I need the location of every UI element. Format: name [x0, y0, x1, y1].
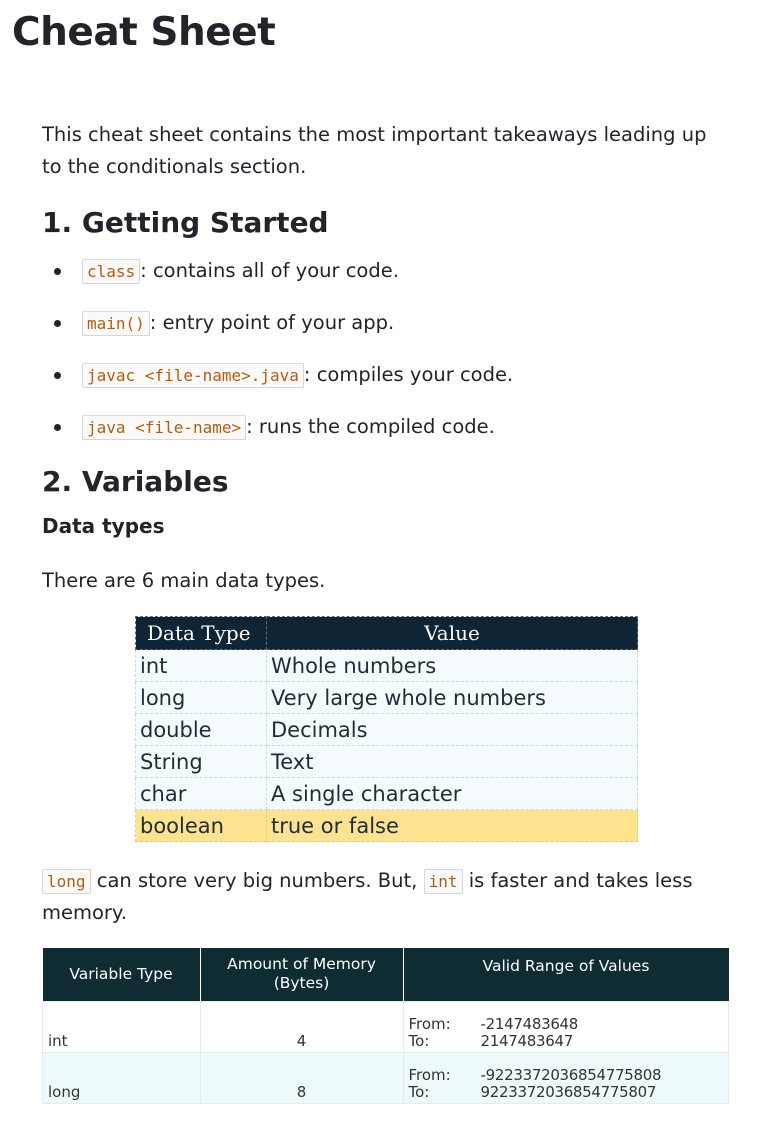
table-cell: Very large whole numbers	[266, 681, 638, 714]
inline-code: java <file-name>	[82, 415, 247, 440]
table-row-highlighted: boolean true or false	[135, 809, 638, 842]
section-heading-getting-started: 1. Getting Started	[42, 206, 329, 239]
list-item: java <file-name>: runs the compiled code…	[42, 412, 742, 464]
table-row: String Text	[135, 745, 638, 778]
inline-code: long	[42, 869, 91, 894]
to-label: To:	[408, 1031, 430, 1050]
range-to-value: 2147483647	[480, 1031, 574, 1050]
table-cell: char	[135, 777, 267, 810]
paragraph-text: can store very big numbers. But,	[90, 869, 424, 892]
table-row: int 4 From: -2147483648 To: 2147483647	[42, 1000, 729, 1053]
range-to-value: 9223372036854775807	[480, 1082, 657, 1101]
getting-started-list: class: contains all of your code. main()…	[42, 256, 742, 464]
list-item: class: contains all of your code.	[42, 256, 742, 308]
range-from-value: -2147483648	[480, 1014, 579, 1033]
long-vs-int-paragraph: long can store very big numbers. But, in…	[42, 865, 742, 928]
column-header: Amount of Memory (Bytes)	[200, 948, 404, 1001]
table-row: long 8 From: -9223372036854775808 To: 92…	[42, 1051, 729, 1104]
table-cell-range: From: -9223372036854775808 To: 922337203…	[402, 1051, 729, 1104]
from-label: From:	[408, 1065, 451, 1084]
table-cell: long	[135, 681, 267, 714]
table-cell: true or false	[266, 809, 638, 842]
to-label: To:	[408, 1082, 430, 1101]
table-cell-type: long	[42, 1051, 201, 1104]
table-header-row: Variable Type Amount of Memory (Bytes) V…	[42, 948, 729, 1001]
table-cell-memory: 8	[199, 1051, 404, 1104]
table-row: int Whole numbers	[135, 649, 638, 682]
table-cell: Decimals	[266, 713, 638, 746]
column-header: Data Type	[135, 616, 267, 650]
list-item-text: : runs the compiled code.	[246, 415, 495, 438]
inline-code: main()	[82, 311, 150, 336]
inline-code: class	[82, 259, 141, 284]
table-cell: Text	[266, 745, 638, 778]
table-cell-type: int	[42, 1000, 201, 1053]
table-cell-memory: 4	[199, 1000, 404, 1053]
list-item: javac <file-name>.java: compiles your co…	[42, 360, 742, 412]
list-item-text: : contains all of your code.	[140, 259, 399, 282]
table-cell-range: From: -2147483648 To: 2147483647	[402, 1000, 729, 1053]
inline-code: javac <file-name>.java	[82, 363, 304, 388]
column-header: Variable Type	[42, 948, 201, 1001]
table-row: char A single character	[135, 777, 638, 810]
table-header-row: Data Type Value	[135, 616, 638, 650]
column-header: Valid Range of Values	[403, 948, 729, 1001]
list-item-text: : entry point of your app.	[149, 311, 395, 334]
section-heading-variables: 2. Variables	[42, 465, 229, 498]
range-from-value: -9223372036854775808	[480, 1065, 662, 1084]
table-row: long Very large whole numbers	[135, 681, 638, 714]
table-row: double Decimals	[135, 713, 638, 746]
data-types-intro: There are 6 main data types.	[42, 569, 326, 592]
intro-paragraph: This cheat sheet contains the most impor…	[42, 123, 707, 178]
variable-types-table: Variable Type Amount of Memory (Bytes) V…	[42, 948, 729, 1104]
table-cell: int	[135, 649, 267, 682]
column-header: Value	[266, 616, 638, 650]
list-item-text: : compiles your code.	[303, 363, 514, 386]
table-cell: String	[135, 745, 267, 778]
page-title: Cheat Sheet	[12, 10, 276, 55]
table-cell: Whole numbers	[266, 649, 638, 682]
table-cell: A single character	[266, 777, 638, 810]
list-item: main(): entry point of your app.	[42, 308, 742, 360]
table-cell: boolean	[135, 809, 267, 842]
table-cell: double	[135, 713, 267, 746]
data-types-table: Data Type Value int Whole numbers long V…	[135, 616, 638, 842]
subheading-data-types: Data types	[42, 514, 165, 538]
inline-code: int	[423, 869, 463, 894]
from-label: From:	[408, 1014, 451, 1033]
